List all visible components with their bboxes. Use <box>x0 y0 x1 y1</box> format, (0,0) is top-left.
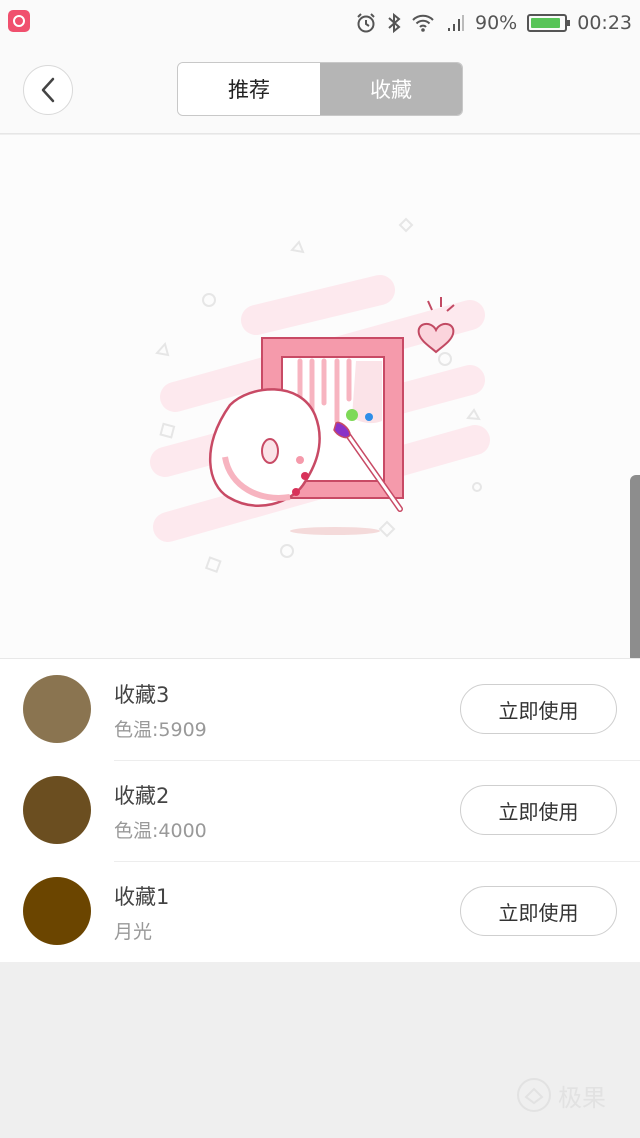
wifi-icon <box>412 14 434 32</box>
favorites-list: 收藏3 色温:5909 立即使用 收藏2 色温:4000 立即使用 收藏1 月光… <box>0 658 640 962</box>
watermark: 极果 <box>516 1077 606 1113</box>
header: 推荐 收藏 <box>0 46 640 134</box>
item-subtitle: 色温:5909 <box>114 719 207 741</box>
list-item: 收藏1 月光 立即使用 <box>0 861 640 962</box>
side-drawer-handle[interactable] <box>630 475 640 663</box>
use-now-button[interactable]: 立即使用 <box>460 785 617 835</box>
palette-frame-illustration <box>150 217 490 573</box>
list-item: 收藏3 色温:5909 立即使用 <box>0 659 640 760</box>
watermark-logo-icon <box>517 1078 551 1112</box>
bluetooth-icon <box>388 12 401 34</box>
battery-icon <box>527 14 571 32</box>
item-title: 收藏2 <box>114 784 170 808</box>
status-bar: 90% 00:23 <box>0 0 640 46</box>
use-now-button[interactable]: 立即使用 <box>460 886 617 936</box>
item-subtitle: 色温:4000 <box>114 820 207 842</box>
item-title: 收藏1 <box>114 885 170 909</box>
chevron-left-icon <box>41 77 55 103</box>
color-swatch <box>23 776 91 844</box>
tab-recommend[interactable]: 推荐 <box>178 63 320 115</box>
battery-fill <box>531 18 560 28</box>
item-title: 收藏3 <box>114 683 170 707</box>
use-now-button[interactable]: 立即使用 <box>460 684 617 734</box>
alarm-icon <box>357 13 375 33</box>
empty-state-illustration-area <box>0 135 640 658</box>
battery-percent: 90% <box>475 12 518 34</box>
signal-icon <box>448 15 464 31</box>
color-swatch <box>23 877 91 945</box>
watermark-text: 极果 <box>558 1083 606 1112</box>
clock: 00:23 <box>577 12 632 34</box>
list-item: 收藏2 色温:4000 立即使用 <box>0 760 640 861</box>
back-button[interactable] <box>23 65 73 115</box>
status-icons: 90% 00:23 <box>355 8 632 38</box>
segmented-control: 推荐 收藏 <box>177 62 463 116</box>
tab-favorites[interactable]: 收藏 <box>320 63 462 115</box>
color-swatch <box>23 675 91 743</box>
item-subtitle: 月光 <box>114 921 153 943</box>
app-icon <box>8 10 30 32</box>
